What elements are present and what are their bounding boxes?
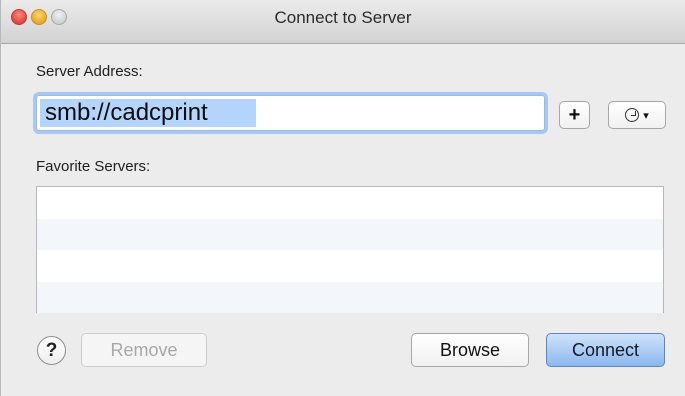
- add-to-favorites-button[interactable]: +: [559, 101, 590, 129]
- browse-button[interactable]: Browse: [411, 333, 529, 367]
- list-item[interactable]: [37, 187, 663, 219]
- connect-button[interactable]: Connect: [546, 333, 665, 367]
- clock-icon: [625, 108, 640, 122]
- title-bar: Connect to Server: [1, 0, 685, 44]
- connect-to-server-window: Connect to Server Server Address: smb://…: [0, 0, 685, 396]
- list-item[interactable]: [37, 218, 663, 251]
- server-address-label: Server Address:: [36, 63, 143, 80]
- favorite-servers-list[interactable]: [36, 186, 664, 314]
- favorite-servers-label: Favorite Servers:: [36, 158, 151, 175]
- help-button[interactable]: ?: [37, 336, 66, 365]
- window-title: Connect to Server: [274, 8, 412, 27]
- server-address-input[interactable]: smb://cadcprint: [36, 95, 545, 131]
- server-address-value[interactable]: smb://cadcprint: [40, 99, 256, 127]
- list-item[interactable]: [37, 250, 663, 282]
- recent-servers-button[interactable]: ▾: [608, 101, 666, 129]
- list-item[interactable]: [37, 281, 663, 314]
- remove-button[interactable]: Remove: [81, 333, 207, 367]
- question-mark-icon: ?: [45, 339, 58, 361]
- chevron-down-icon: ▾: [643, 109, 649, 122]
- plus-icon: +: [568, 103, 581, 126]
